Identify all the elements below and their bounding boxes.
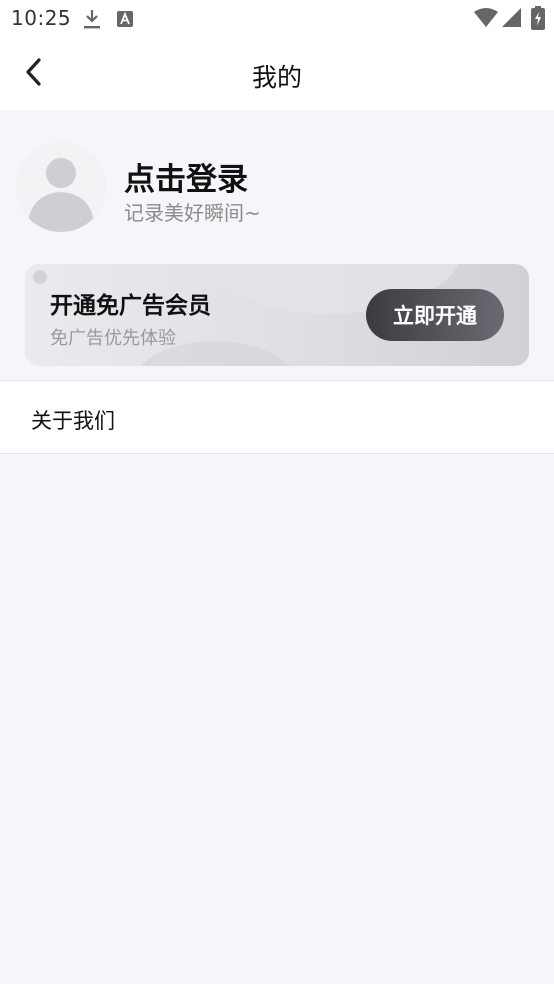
page-title: 我的 [251, 63, 302, 92]
font-icon [116, 10, 134, 32]
signal-icon [502, 8, 522, 32]
menu-item-about-us[interactable]: 关于我们 [0, 380, 554, 454]
vip-card[interactable]: 开通免广告会员 免广告优先体验 立即开通 [25, 264, 529, 366]
avatar-placeholder-icon [16, 142, 106, 232]
vip-subtitle: 免广告优先体验 [50, 328, 176, 349]
login-subtitle: 记录美好瞬间~ [124, 201, 261, 225]
open-vip-button[interactable]: 立即开通 [366, 289, 504, 341]
status-time: 10:25 [11, 6, 72, 30]
menu-item-label: 关于我们 [31, 409, 115, 433]
vip-title: 开通免广告会员 [50, 293, 211, 319]
battery-icon [531, 6, 545, 34]
profile-login-area[interactable]: 点击登录 记录美好瞬间~ [0, 110, 554, 250]
avatar[interactable] [16, 142, 106, 232]
status-bar: 10:25 [0, 0, 554, 38]
download-icon [82, 8, 102, 34]
wifi-icon [474, 8, 498, 32]
login-title[interactable]: 点击登录 [124, 154, 248, 199]
nav-bar: 我的 [0, 38, 554, 110]
